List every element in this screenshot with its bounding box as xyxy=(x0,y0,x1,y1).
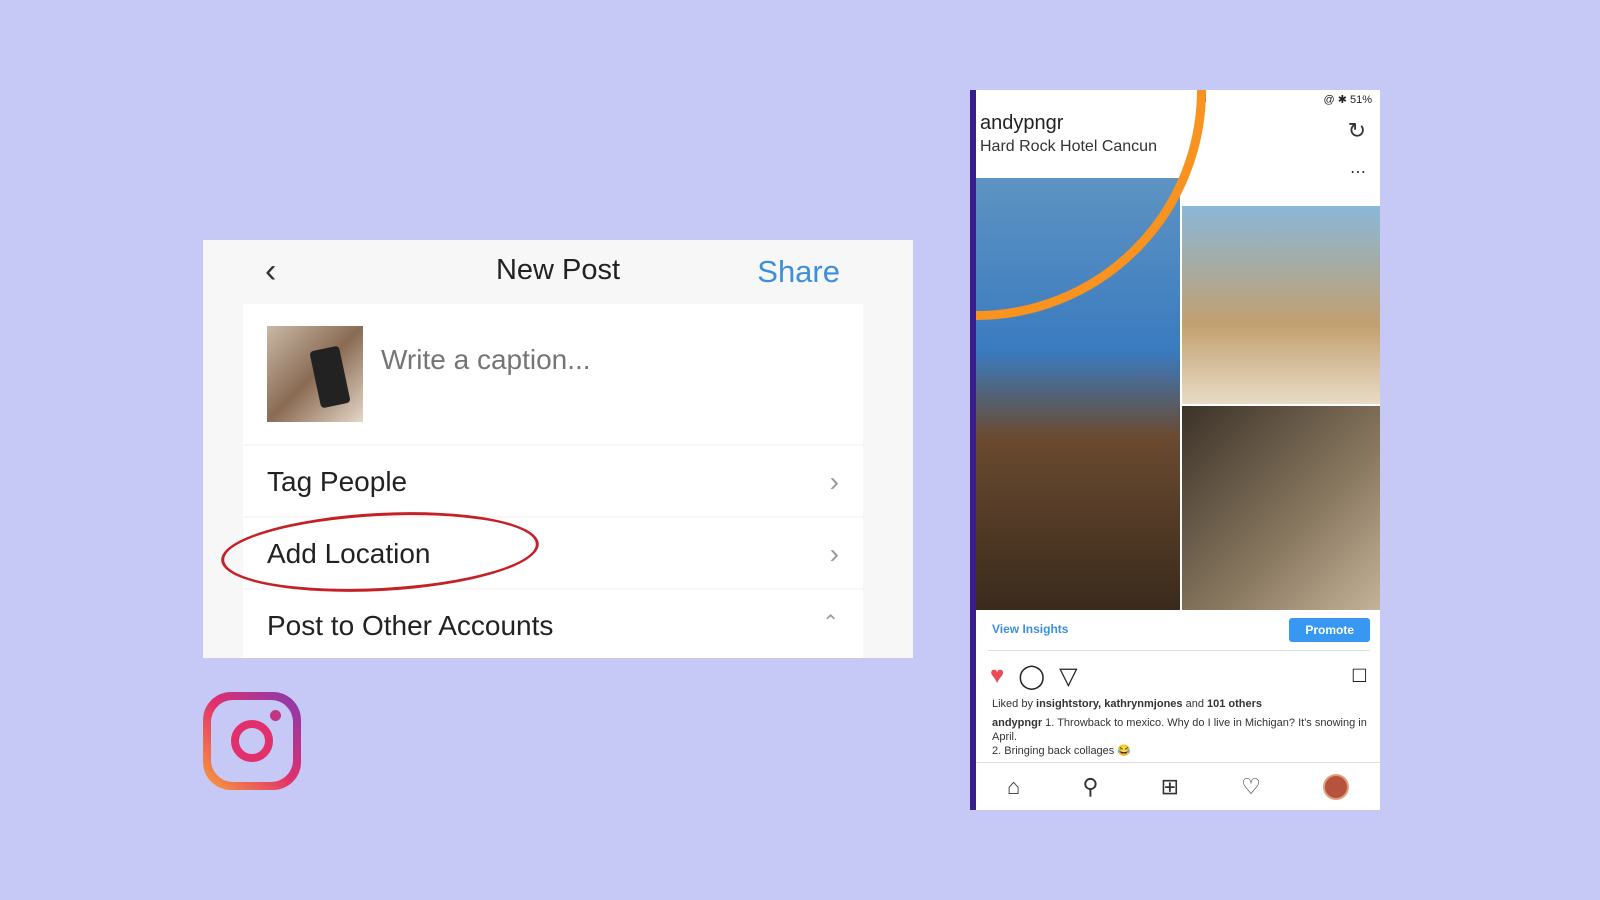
share-button[interactable]: Share xyxy=(757,254,840,290)
send-icon[interactable]: ▽ xyxy=(1059,662,1077,691)
header: ‹ New Post Share xyxy=(203,240,913,302)
chevron-right-icon: › xyxy=(829,538,839,569)
caption-input[interactable] xyxy=(381,344,821,376)
bottom-nav: ⌂ ⚲ ⊞ ♡ xyxy=(976,762,1380,810)
home-icon[interactable]: ⌂ xyxy=(1007,774,1020,800)
row-label: Tag People xyxy=(267,466,408,497)
promote-button[interactable]: Promote xyxy=(1289,618,1370,642)
chevron-up-icon: ⌃ xyxy=(822,612,839,634)
username[interactable]: andypngr xyxy=(980,112,1063,135)
search-icon[interactable]: ⚲ xyxy=(1082,774,1098,800)
profile-avatar[interactable] xyxy=(1322,773,1349,800)
status-bar: @ ✱ 51% xyxy=(1323,94,1372,106)
photo-sunglasses xyxy=(1182,206,1380,404)
comment-icon[interactable]: ◯ xyxy=(1018,662,1045,691)
caption-section xyxy=(243,304,863,444)
post-other-accounts-row[interactable]: Post to Other Accounts ⌃ xyxy=(243,590,863,658)
post-caption: andypngr 1. Throwback to mexico. Why do … xyxy=(992,717,1367,757)
view-insights-link[interactable]: View Insights xyxy=(992,622,1068,636)
divider xyxy=(988,650,1370,651)
instagram-logo xyxy=(203,692,301,790)
refresh-icon[interactable]: ↻ xyxy=(1348,118,1366,144)
photo-hut xyxy=(976,178,1180,610)
new-post-screen: ‹ New Post Share Tag People› Add Locatio… xyxy=(203,240,913,658)
likes-text: Liked by insightstory, kathrynmjones and… xyxy=(992,698,1263,710)
bookmark-icon[interactable]: □ xyxy=(1353,662,1366,688)
row-label: Post to Other Accounts xyxy=(267,610,554,641)
heart-icon[interactable]: ♥ xyxy=(990,662,1004,691)
tag-people-row[interactable]: Tag People › xyxy=(243,446,863,516)
activity-heart-icon[interactable]: ♡ xyxy=(1241,774,1261,800)
more-icon[interactable]: ⋯ xyxy=(1350,162,1366,182)
add-post-icon[interactable]: ⊞ xyxy=(1161,774,1179,800)
location-tag[interactable]: Hard Rock Hotel Cancun xyxy=(980,138,1157,156)
post-thumbnail xyxy=(267,326,363,422)
profile-post-screen: PM @ ✱ 51% andypngr Hard Rock Hotel Canc… xyxy=(970,90,1380,810)
photo-iguana xyxy=(1182,406,1380,610)
chevron-right-icon: › xyxy=(829,466,839,497)
